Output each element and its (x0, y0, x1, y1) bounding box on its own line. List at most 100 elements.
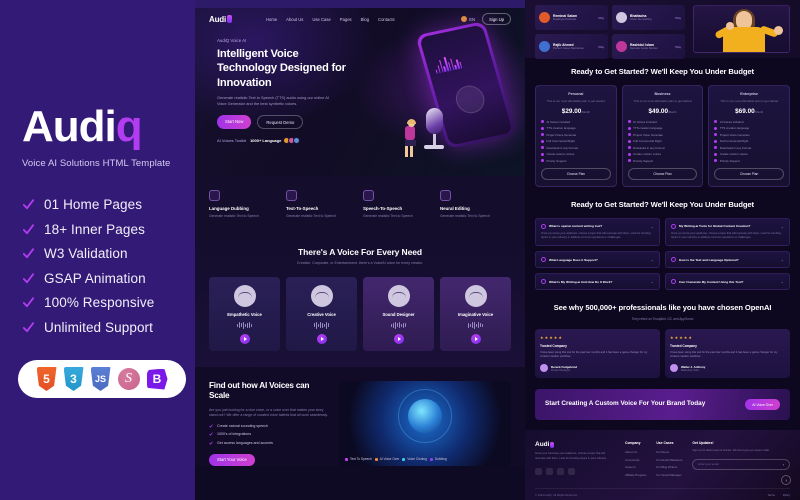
faq-item[interactable]: My Writing.ai Tools for Global Content C… (665, 217, 790, 247)
chevron-down-icon[interactable]: ⌄ (781, 224, 784, 229)
choose-plan-button[interactable]: Choose Plan (541, 167, 611, 180)
play-button[interactable]: Play (599, 16, 604, 20)
check-icon (22, 199, 35, 210)
nav-item-contacts[interactable]: Contacts (378, 17, 395, 22)
footer-link[interactable]: For Blog Writers (656, 465, 682, 469)
voice-profile-card[interactable]: Rashidul Islam Narrator Audio Stories Pla… (612, 34, 685, 59)
footer-link[interactable]: For Demo (656, 450, 682, 454)
play-button[interactable]: Play (599, 45, 604, 49)
facebook-icon[interactable] (535, 467, 542, 475)
faq-item[interactable]: What Language Does it Support? ⌄ (535, 251, 660, 269)
submit-arrow-icon[interactable]: › (783, 462, 784, 467)
play-button[interactable]: Play (676, 16, 681, 20)
footer-logo[interactable]: Audi (535, 441, 615, 448)
pricing-plan-enterprise[interactable]: Enterprise This is our most affordable p… (708, 85, 791, 187)
pricing-plan-personal[interactable]: Personal This is our most affordable pla… (535, 85, 617, 187)
chevron-down-icon[interactable]: ⌄ (651, 257, 654, 262)
list-item: Unlimited Support (22, 320, 195, 335)
sass-icon: S (117, 368, 140, 390)
play-button[interactable] (470, 333, 481, 344)
nav-item-usecase[interactable]: Use Case (312, 17, 330, 22)
voice-card[interactable]: Imaginative Voice (440, 276, 511, 351)
footer-link[interactable]: Affiliate Program (625, 473, 646, 477)
waveform-icon (432, 53, 463, 74)
nav-item-about[interactable]: About Us (286, 17, 303, 22)
feature-label: GSAP Animation (44, 270, 146, 286)
hero-buttons: Start Now Request Demo (217, 115, 355, 130)
choose-plan-button[interactable]: Choose Plan (627, 167, 698, 180)
navbar-logo[interactable]: Audi (209, 15, 232, 24)
hero-eyebrow: AudiQ Voice AI (217, 38, 247, 43)
footer-link[interactable]: Community (625, 458, 646, 462)
back-to-top-button[interactable]: ↑ (781, 475, 791, 486)
waveform-icon (445, 321, 506, 329)
cta-title: Start Creating A Custom Voice For Your B… (545, 400, 706, 408)
twitter-icon[interactable] (546, 467, 553, 475)
faq-item[interactable]: How is the Text and Language Optional? ⌄ (665, 251, 790, 269)
nav-item-home[interactable]: Home (266, 17, 277, 22)
hero-headline: Intelligent Voice Technology Designed fo… (217, 48, 346, 89)
feature-list: 01 Home Pages 18+ Inner Pages W3 Validat… (22, 197, 195, 335)
linkedin-icon[interactable] (568, 467, 575, 475)
feature-card-desc: Generate realistic Text to Speech (363, 214, 413, 218)
chevron-down-icon[interactable]: ⌄ (781, 279, 784, 284)
logo-mark-icon (550, 441, 555, 448)
plan-desc: This is our most affordable plan to get … (546, 99, 605, 104)
cta-button[interactable]: AI Voice Over (745, 399, 780, 411)
voice-card[interactable]: Sound Designer (363, 276, 434, 351)
feature-card[interactable]: Speech-To-Speech Generate realistic Text… (363, 190, 434, 219)
terms-link[interactable]: Terms (768, 494, 775, 497)
pricing-plans-row: Personal This is our most affordable pla… (535, 85, 791, 187)
avatar (539, 12, 550, 23)
play-button[interactable] (393, 333, 404, 344)
voice-profile-card[interactable]: Rajib Ahmed Perfect Game Narratives Play (535, 34, 608, 59)
signup-button[interactable]: Sign Up (482, 13, 511, 25)
feature-card[interactable]: Neural Editing Generate realistic Text t… (440, 190, 511, 219)
avatar (539, 41, 550, 52)
text-to-speech-icon (286, 190, 297, 201)
policy-link[interactable]: Policy (783, 494, 790, 497)
site-footer: Audi Grow your business your audience, c… (525, 430, 800, 500)
chevron-down-icon[interactable]: ⌄ (651, 224, 654, 229)
left-info-panel: Audiq Voice AI Solutions HTML Template 0… (0, 0, 195, 500)
chevron-down-icon[interactable]: ⌄ (651, 279, 654, 284)
voice-card[interactable]: Creative Voice (286, 276, 357, 351)
choose-plan-button[interactable]: Choose Plan (714, 167, 785, 180)
start-your-voice-button[interactable]: Start Your Voice (209, 453, 255, 466)
faq-item[interactable]: What is openai content writing tool? ⌄ On… (535, 217, 660, 247)
voice-card[interactable]: Empathetic Voice (209, 276, 280, 351)
waveform-icon (368, 321, 429, 329)
faq-item[interactable]: What Is My Writing.ai And How Do It Work… (535, 273, 660, 291)
footer-link[interactable]: For Email Marketers (656, 458, 682, 462)
plan-price-period: /Month (754, 109, 764, 114)
testimonial-text: I have been using this tool for the past… (670, 350, 778, 359)
language-selector[interactable]: EN (461, 16, 475, 22)
instagram-icon[interactable] (557, 467, 564, 475)
pricing-section: Ready to Get Started? We'll Keep You Und… (525, 58, 800, 198)
main-preview-column: Audi Home About Us Use Case Pages Blog C… (195, 0, 525, 500)
footer-link[interactable]: For Social Manager (656, 473, 682, 477)
faq-item[interactable]: Can I Generate My Content Using this Too… (665, 273, 790, 291)
avatar-group (283, 137, 301, 145)
pricing-plan-business[interactable]: Business This is our most affordable pla… (621, 85, 704, 187)
profile-role: Narrator Audio Stories (630, 46, 658, 50)
play-button[interactable] (316, 333, 327, 344)
footer-link[interactable]: About Us (625, 450, 646, 454)
newsletter-input[interactable]: Enter your email › (692, 458, 790, 470)
feature-card[interactable]: Text-To-Speech Generate realistic Text t… (286, 190, 357, 219)
chevron-down-icon[interactable]: ⌄ (781, 257, 784, 262)
play-button[interactable]: Play (676, 45, 681, 49)
footer-link[interactable]: Career's (625, 465, 646, 469)
play-button[interactable] (239, 333, 250, 344)
request-demo-button[interactable]: Request Demo (257, 115, 304, 130)
list-item: W3 Validation (22, 246, 195, 261)
start-now-button[interactable]: Start Now (217, 115, 252, 130)
feature-card[interactable]: Language Dubbing Generate realistic Text… (209, 190, 280, 219)
nav-item-pages[interactable]: Pages (340, 17, 352, 22)
voice-profile-card[interactable]: Bhattacha Voice Storytelling Play (612, 5, 685, 30)
plan-feature: Project Voice Generate (541, 133, 611, 137)
tag: Text To Speech (345, 457, 372, 461)
nav-item-blog[interactable]: Blog (361, 17, 369, 22)
newsletter-desc: Sign up for latest news & articles. We w… (692, 449, 770, 453)
voice-profile-card[interactable]: Reminai Salam Dealings Podcasts Play (535, 5, 608, 30)
